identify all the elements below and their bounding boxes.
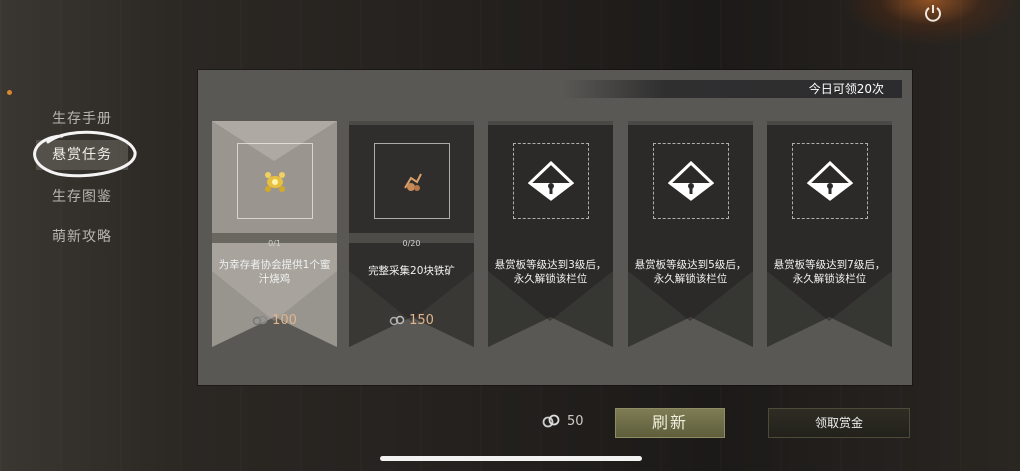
honey-chicken-icon — [265, 172, 285, 192]
locked-slot-box — [792, 143, 868, 219]
claim-bounty-button[interactable]: 领取赏金 — [768, 408, 910, 438]
bounty-card-4-locked: 悬赏板等级达到5级后，永久解锁该栏位 — [628, 121, 753, 347]
bounty-card-3-locked: 悬赏板等级达到3级后，永久解锁该栏位 — [488, 121, 613, 347]
indicator-dot — [7, 90, 12, 95]
locked-slot-box — [653, 143, 729, 219]
bounty-panel: 今日可领20次 0/1 为幸存者协会提供1个蜜汁烧鸡 100 0/20 完整采集… — [198, 70, 912, 385]
iron-ore-icon-box — [374, 143, 450, 219]
power-button[interactable] — [913, 0, 953, 26]
card-reward: 100 — [212, 313, 337, 328]
sidebar-item-handbook[interactable]: 生存图鉴 — [52, 186, 112, 206]
reward-amount: 150 — [409, 313, 434, 328]
refresh-button[interactable]: 刷新 — [615, 408, 725, 438]
sidebar-item-manual[interactable]: 生存手册 — [52, 108, 112, 128]
card-description: 悬赏板等级达到7级后，永久解锁该栏位 — [773, 259, 886, 285]
home-indicator[interactable] — [380, 456, 642, 461]
lock-icon — [807, 161, 853, 201]
sidebar-item-guide[interactable]: 萌新攻略 — [52, 226, 112, 246]
card-description: 完整采集20块铁矿 — [368, 265, 455, 277]
lock-icon — [668, 161, 714, 201]
bounty-card-2[interactable]: 0/20 完整采集20块铁矿 150 — [349, 121, 474, 347]
currency-amount: 50 — [567, 413, 584, 429]
bounty-card-1[interactable]: 0/1 为幸存者协会提供1个蜜汁烧鸡 100 — [212, 121, 337, 347]
lock-icon — [528, 161, 574, 201]
iron-ore-icon — [404, 173, 422, 191]
bounty-card-5-locked: 悬赏板等级达到7级后，永久解锁该栏位 — [767, 121, 892, 347]
card-description: 悬赏板等级达到5级后，永久解锁该栏位 — [634, 259, 747, 285]
currency-display: 50 — [541, 413, 584, 429]
daily-limit-label: 今日可领20次 — [562, 80, 902, 98]
card-progress: 0/20 — [402, 239, 421, 248]
card-description: 悬赏板等级达到3级后，永久解锁该栏位 — [494, 259, 607, 285]
honey-chicken-icon-box — [237, 143, 313, 219]
card-description: 为幸存者协会提供1个蜜汁烧鸡 — [218, 259, 331, 285]
power-icon — [925, 5, 941, 22]
reward-amount: 100 — [272, 313, 297, 328]
card-reward: 150 — [349, 313, 474, 328]
hand-drawn-circle — [33, 130, 137, 178]
locked-slot-box — [513, 143, 589, 219]
coin-icon — [542, 414, 560, 428]
coin-icon — [252, 315, 268, 325]
coin-icon — [389, 315, 405, 325]
card-progress: 0/1 — [268, 239, 281, 248]
